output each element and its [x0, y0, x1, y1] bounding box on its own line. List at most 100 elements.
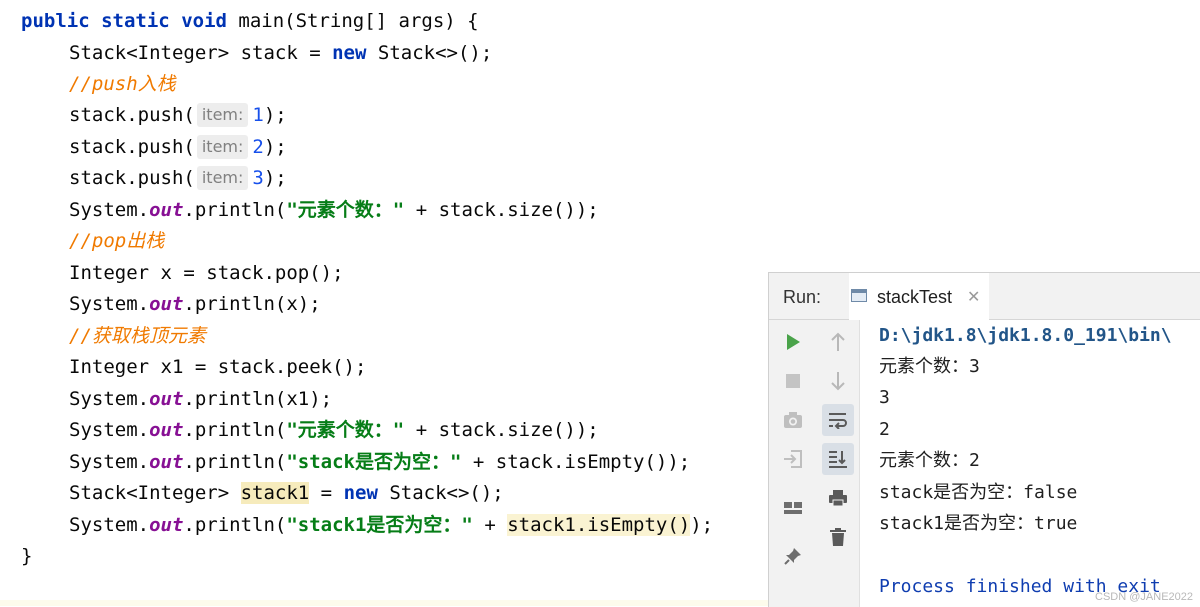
run-toolbar-right	[817, 320, 860, 607]
code-line-push[interactable]: stack.push(item: 3);	[69, 162, 287, 194]
string-literal: "元素个数："	[286, 419, 405, 441]
run-tool-window: Run: stackTest ✕ D:\jdk1.8\jdk1.8.0_191\…	[768, 272, 1200, 607]
code-text: System.	[69, 388, 150, 410]
number-literal: 3	[252, 167, 264, 189]
code-text: + stack.size());	[404, 199, 599, 221]
code-text: System.	[69, 451, 150, 473]
code-text: System.	[69, 514, 150, 536]
code-text: main(String[] args) {	[226, 10, 479, 32]
console-line: 3	[879, 387, 890, 408]
code-text: .println(x1);	[183, 388, 333, 410]
number-literal: 2	[252, 136, 264, 158]
console-output[interactable]: D:\jdk1.8\jdk1.8.0_191\bin\ 元素个数：3 3 2 元…	[879, 320, 1200, 607]
run-header: Run: stackTest ✕	[769, 273, 1200, 322]
code-text: + stack.isEmpty());	[461, 451, 691, 473]
code-line-push[interactable]: stack.push(item: 2);	[69, 131, 287, 163]
console-line-path: D:\jdk1.8\jdk1.8.0_191\bin\	[879, 325, 1172, 346]
string-literal: "元素个数："	[286, 199, 405, 221]
down-arrow-icon[interactable]	[822, 365, 854, 397]
code-text: Stack<Integer> stack =	[69, 42, 333, 64]
console-line: 2	[879, 419, 890, 440]
code-line-pop[interactable]: Integer x = stack.pop();	[69, 257, 344, 289]
code-line-stack-declaration[interactable]: Stack<Integer> stack = new Stack<>();	[69, 37, 492, 69]
code-text: .println(	[183, 514, 287, 536]
code-closing-brace[interactable]: }	[21, 540, 32, 572]
static-field: out	[149, 419, 184, 441]
code-text: stack.push(	[69, 167, 195, 189]
code-line-print-size[interactable]: System.out.println("元素个数：" + stack.size(…	[69, 414, 599, 446]
code-comment-pop[interactable]: //pop出栈	[69, 225, 164, 257]
code-line-print-x1[interactable]: System.out.println(x1);	[69, 383, 332, 415]
keyword: static	[101, 10, 170, 32]
camera-icon[interactable]	[777, 404, 809, 436]
static-field: out	[149, 388, 184, 410]
code-text: );	[690, 514, 714, 536]
static-field: out	[149, 451, 184, 473]
soft-wrap-icon[interactable]	[822, 404, 854, 436]
console-line: stack是否为空：false	[879, 482, 1078, 503]
console-tab-icon	[851, 289, 867, 302]
editor-bottom-strip	[0, 600, 770, 606]
code-text: stack.push(	[69, 136, 195, 158]
console-line: 元素个数：3	[879, 356, 980, 377]
code-text: +	[472, 514, 508, 536]
code-text: System.	[69, 293, 150, 315]
pin-icon[interactable]	[777, 540, 809, 572]
run-toolbar-left	[769, 320, 817, 607]
scroll-to-end-icon[interactable]	[822, 443, 854, 475]
string-literal: "stack是否为空："	[286, 451, 462, 473]
number-literal: 1	[252, 104, 264, 126]
code-comment-push[interactable]: //push入栈	[69, 68, 176, 100]
code-text: System.	[69, 199, 150, 221]
console-line: stack1是否为空：true	[879, 513, 1078, 534]
code-line-print-size[interactable]: System.out.println("元素个数：" + stack.size(…	[69, 194, 599, 226]
code-line-peek[interactable]: Integer x1 = stack.peek();	[69, 351, 366, 383]
keyword: void	[181, 10, 227, 32]
code-text: =	[309, 482, 344, 504]
parameter-hint: item:	[196, 135, 249, 159]
highlighted-variable[interactable]: stack1	[240, 482, 310, 504]
code-text: .println(x);	[183, 293, 321, 315]
code-line-push[interactable]: stack.push(item: 1);	[69, 99, 287, 131]
code-line-stack1-declaration[interactable]: Stack<Integer> stack1 = new Stack<>();	[69, 477, 504, 509]
print-icon[interactable]	[822, 482, 854, 514]
up-arrow-icon[interactable]	[822, 326, 854, 358]
code-text: .println(	[183, 199, 287, 221]
login-icon[interactable]	[777, 443, 809, 475]
keyword: public	[21, 10, 90, 32]
code-text: );	[263, 167, 287, 189]
code-text: );	[263, 104, 287, 126]
code-text: .println(	[183, 451, 287, 473]
code-line-print-empty1[interactable]: System.out.println("stack1是否为空：" + stack…	[69, 509, 713, 541]
code-text: );	[263, 136, 287, 158]
string-literal: "stack1是否为空："	[286, 514, 473, 536]
tab-stacktest[interactable]: stackTest ✕	[849, 273, 989, 322]
parameter-hint: item:	[196, 166, 249, 190]
trash-icon[interactable]	[822, 521, 854, 553]
parameter-hint: item:	[196, 103, 249, 127]
code-line-print-x[interactable]: System.out.println(x);	[69, 288, 321, 320]
code-line-print-empty[interactable]: System.out.println("stack是否为空：" + stack.…	[69, 446, 690, 478]
code-text: + stack.size());	[404, 419, 599, 441]
code-comment-peek[interactable]: //获取栈顶元素	[69, 320, 206, 352]
code-text: stack.push(	[69, 104, 195, 126]
code-text: System.	[69, 419, 150, 441]
highlighted-call[interactable]: stack1.isEmpty()	[507, 514, 691, 536]
static-field: out	[149, 199, 184, 221]
console-line: 元素个数：2	[879, 450, 980, 471]
code-text: Stack<>();	[377, 482, 504, 504]
static-field: out	[149, 514, 184, 536]
stop-icon[interactable]	[777, 365, 809, 397]
code-line-method-signature[interactable]: public static void main(String[] args) {	[21, 5, 479, 37]
static-field: out	[149, 293, 184, 315]
keyword: new	[343, 482, 378, 504]
layout-icon[interactable]	[777, 492, 809, 524]
close-icon[interactable]: ✕	[967, 287, 980, 307]
run-label: Run:	[783, 287, 822, 307]
tab-label: stackTest	[877, 287, 953, 307]
code-text: .println(	[183, 419, 287, 441]
code-text: Stack<Integer>	[69, 482, 241, 504]
code-text: Stack<>();	[366, 42, 493, 64]
keyword: new	[332, 42, 367, 64]
run-icon[interactable]	[777, 326, 809, 358]
